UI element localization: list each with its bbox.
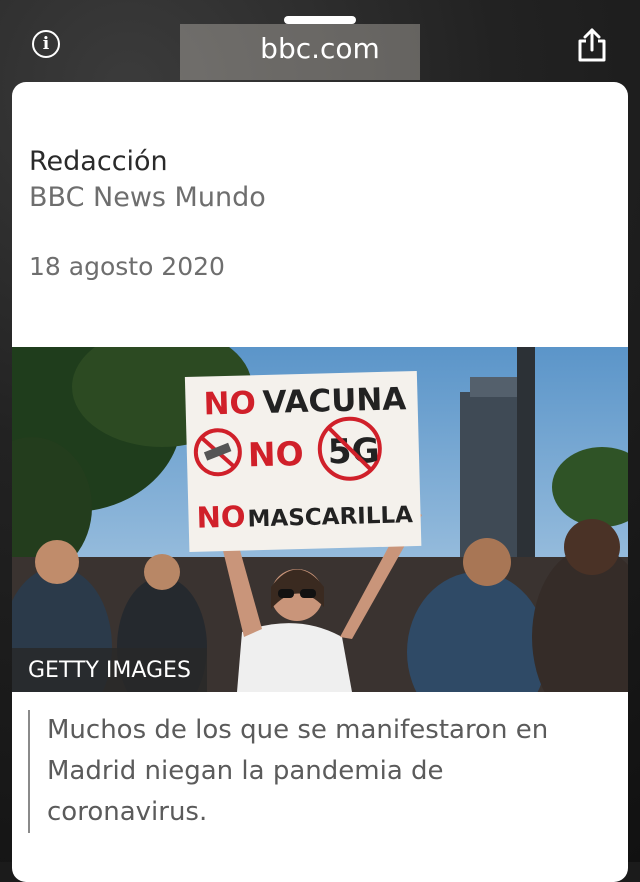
url-label[interactable]: bbc.com bbox=[0, 32, 640, 66]
sign-vacuna: VACUNA bbox=[262, 381, 407, 421]
browser-top-bar: i bbc.com bbox=[0, 0, 640, 82]
sign-mascarilla: MASCARILLA bbox=[247, 502, 413, 532]
article-photo[interactable]: NO VACUNA NO 5G NO MASCARILLA GETTY IMAG… bbox=[12, 347, 628, 692]
image-credit: GETTY IMAGES bbox=[12, 648, 207, 692]
article-sheet: Redacción BBC News Mundo 18 agosto 2020 bbox=[12, 82, 628, 882]
publish-date: 18 agosto 2020 bbox=[29, 252, 225, 281]
protest-photo-illustration: NO VACUNA NO 5G NO MASCARILLA bbox=[12, 347, 628, 692]
sheet-grabber[interactable] bbox=[284, 16, 356, 24]
sign-no-3: NO bbox=[196, 500, 246, 535]
sign-no-1: NO bbox=[203, 385, 256, 422]
image-caption: Muchos de los que se manifestaron en Mad… bbox=[28, 710, 607, 833]
sign-no-2: NO bbox=[247, 434, 304, 474]
author-name: Redacción bbox=[29, 146, 168, 177]
outlet-name: BBC News Mundo bbox=[29, 182, 266, 213]
share-icon[interactable] bbox=[574, 26, 610, 64]
